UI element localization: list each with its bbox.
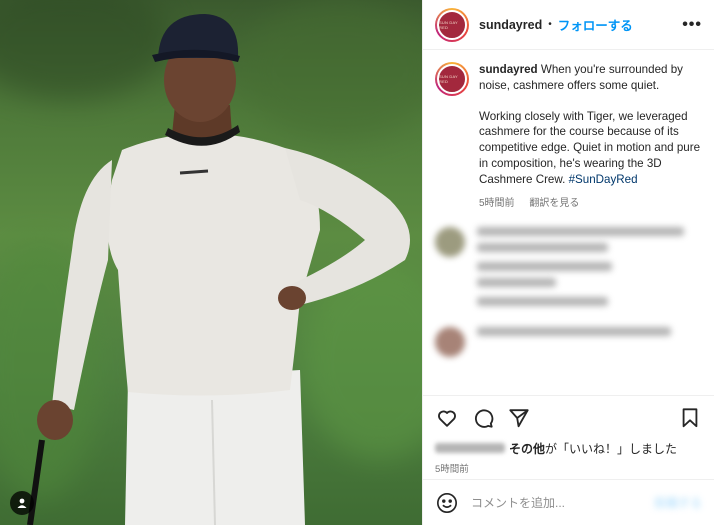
blurred-liker-name (435, 443, 505, 453)
add-comment-bar: コメントを追加... 投稿する (423, 479, 714, 525)
blurred-comments (435, 227, 702, 358)
comment-input[interactable]: コメントを追加... (471, 494, 654, 511)
post-timestamp: 5時間前 (435, 464, 469, 475)
follow-button[interactable]: フォローする (558, 15, 633, 34)
translate-button[interactable]: 翻訳を見る (529, 198, 579, 209)
avatar-logo-text: SUN DAY RED (439, 19, 458, 30)
post-comment-button[interactable]: 投稿する (654, 494, 702, 511)
user-tag-button[interactable] (10, 491, 34, 515)
smiley-icon (437, 492, 457, 513)
like-button[interactable] (435, 406, 459, 430)
likes-others[interactable]: その他 (509, 440, 545, 457)
avatar-logo-text: SUN DAY RED (439, 74, 458, 84)
likes-summary[interactable]: その他 が「いいね！」しました (423, 439, 714, 457)
emoji-button[interactable] (435, 491, 459, 515)
hashtag-link[interactable]: #SunDayRed (569, 173, 638, 186)
caption-meta: 5時間前 翻訳を見る (479, 196, 702, 212)
list-item (435, 227, 702, 313)
comment-button[interactable] (471, 406, 495, 430)
golfer-figure (27, 14, 410, 525)
commenter-avatar (435, 327, 465, 358)
share-button[interactable] (507, 406, 531, 430)
bookmark-icon (682, 407, 698, 427)
save-button[interactable] (678, 406, 702, 430)
comment-icon (475, 408, 494, 428)
caption-time: 5時間前 (479, 197, 515, 209)
post-photo[interactable] (0, 0, 422, 525)
action-bar (423, 395, 714, 439)
comments-section: SUN DAY RED sundayred When you're surrou… (423, 50, 714, 395)
post-side-panel: SUN DAY RED sundayred • フォローする ••• SUN D… (422, 0, 714, 525)
list-item (435, 327, 702, 358)
heart-icon (438, 410, 456, 427)
caption: SUN DAY RED sundayred When you're surrou… (435, 62, 702, 211)
author-username[interactable]: sundayred (479, 18, 542, 32)
more-options-icon[interactable]: ••• (682, 16, 702, 34)
separator-dot: • (548, 19, 552, 30)
send-icon (509, 408, 529, 427)
instagram-post-modal: SUN DAY RED sundayred • フォローする ••• SUN D… (0, 0, 714, 525)
author-avatar[interactable]: SUN DAY RED (435, 7, 469, 42)
commenter-avatar (435, 227, 465, 258)
user-tag-icon (17, 498, 27, 508)
post-header: SUN DAY RED sundayred • フォローする ••• (423, 0, 714, 50)
caption-avatar[interactable]: SUN DAY RED (435, 62, 469, 96)
likes-text: が「いいね！」しました (545, 441, 678, 456)
caption-username[interactable]: sundayred (479, 63, 538, 76)
caption-text: sundayred When you're surrounded by nois… (479, 62, 702, 94)
